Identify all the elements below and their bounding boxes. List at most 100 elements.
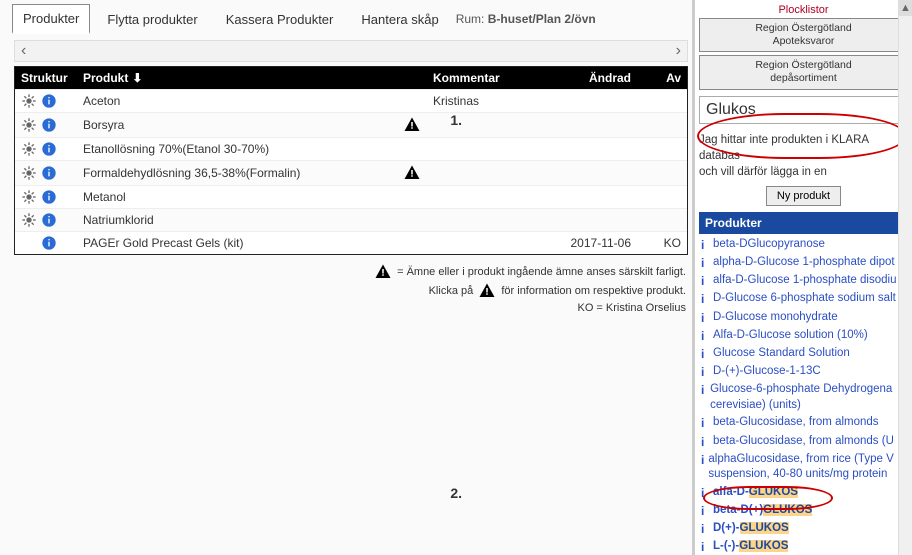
product-table: Struktur Produkt ⬇ Kommentar Ändrad Av A… bbox=[14, 66, 688, 255]
product-changed bbox=[537, 98, 637, 104]
list-item[interactable]: iD-(+)-Glucose-1-13C bbox=[699, 363, 908, 381]
info-icon: i bbox=[701, 539, 711, 555]
list-item[interactable]: iGlucose-6-phosphate Dehydrogena cerevis… bbox=[699, 381, 908, 414]
picklist-btn-2[interactable]: Region Östergötlanddepåsortiment bbox=[699, 55, 908, 89]
annotation-1: 1. bbox=[450, 112, 462, 128]
product-name[interactable]: Metanol bbox=[77, 187, 427, 207]
table-row[interactable]: Natriumklorid bbox=[15, 208, 687, 231]
product-name[interactable]: Natriumklorid bbox=[77, 210, 427, 230]
search-input[interactable] bbox=[704, 99, 912, 121]
info-icon[interactable] bbox=[41, 235, 57, 251]
info-icon: i bbox=[701, 521, 711, 537]
product-name[interactable]: Etanollösning 70%(Etanol 30-70%) bbox=[77, 139, 427, 159]
product-changed bbox=[537, 194, 637, 200]
product-name[interactable]: Borsyra bbox=[77, 113, 427, 137]
list-item[interactable]: iGlucose Standard Solution bbox=[699, 345, 908, 363]
side-panel: Plocklistor Region ÖstergötlandApoteksva… bbox=[692, 0, 912, 555]
table-row[interactable]: Formaldehydlösning 36,5-38%(Formalin) bbox=[15, 160, 687, 185]
info-icon: i bbox=[701, 237, 711, 253]
picklist-btn-1[interactable]: Region ÖstergötlandApoteksvaror bbox=[699, 18, 908, 52]
gear-icon[interactable] bbox=[21, 93, 37, 109]
list-item[interactable]: iD-Glucose monohydrate bbox=[699, 309, 908, 327]
annotation-2: 2. bbox=[450, 485, 462, 501]
tab-manage-cabinets[interactable]: Hantera skåp bbox=[350, 5, 449, 34]
tab-scroll-left-icon[interactable]: ‹ bbox=[21, 42, 26, 60]
product-name[interactable]: PAGEr Gold Precast Gels (kit) bbox=[77, 233, 427, 253]
table-row[interactable]: PAGEr Gold Precast Gels (kit) 2017-11-06K… bbox=[15, 231, 687, 254]
list-item[interactable]: ialfa-D-GLUKOS bbox=[699, 484, 908, 502]
tab-discard-products[interactable]: Kassera Produkter bbox=[215, 5, 345, 34]
product-changed bbox=[537, 217, 637, 223]
scroll-up-icon[interactable]: ▲ bbox=[899, 0, 912, 16]
warning-icon[interactable] bbox=[403, 116, 421, 134]
table-row[interactable]: Etanollösning 70%(Etanol 30-70%) bbox=[15, 137, 687, 160]
info-icon[interactable] bbox=[41, 212, 57, 228]
table-row[interactable]: AcetonKristinas bbox=[15, 89, 687, 112]
product-name[interactable]: Aceton bbox=[77, 91, 427, 111]
new-product-button[interactable]: Ny produkt bbox=[766, 186, 841, 206]
gear-icon[interactable] bbox=[21, 189, 37, 205]
info-icon: i bbox=[701, 346, 711, 362]
product-by bbox=[637, 217, 687, 223]
info-icon: i bbox=[701, 255, 711, 271]
list-item[interactable]: ialphaGlucosidase, from rice (Type V sus… bbox=[699, 451, 908, 484]
info-icon: i bbox=[701, 503, 711, 519]
product-name[interactable]: Formaldehydlösning 36,5-38%(Formalin) bbox=[77, 161, 427, 185]
tab-products[interactable]: Produkter bbox=[12, 4, 90, 34]
list-item[interactable]: iL-(-)-GLUKOS bbox=[699, 538, 908, 555]
info-icon[interactable] bbox=[41, 141, 57, 157]
col-product[interactable]: Produkt ⬇ bbox=[77, 67, 427, 89]
info-icon: i bbox=[701, 434, 711, 450]
info-icon[interactable] bbox=[41, 117, 57, 133]
product-changed: 2017-11-06 bbox=[537, 233, 637, 253]
list-item[interactable]: iD(+)-GLUKOS bbox=[699, 520, 908, 538]
product-by bbox=[637, 194, 687, 200]
product-comment: Kristinas bbox=[427, 91, 537, 111]
list-item[interactable]: ibeta-Glucosidase, from almonds (U bbox=[699, 433, 908, 451]
info-icon[interactable] bbox=[41, 189, 57, 205]
product-by: KO bbox=[637, 233, 687, 253]
product-by bbox=[637, 146, 687, 152]
table-row[interactable]: Metanol bbox=[15, 185, 687, 208]
list-item[interactable]: iAlfa-D-Glucose solution (10%) bbox=[699, 327, 908, 345]
warning-icon[interactable] bbox=[403, 164, 421, 182]
info-icon[interactable] bbox=[41, 93, 57, 109]
sort-down-icon: ⬇ bbox=[132, 71, 142, 85]
col-structure[interactable]: Struktur bbox=[15, 67, 77, 89]
list-item[interactable]: iD-Glucose 6-phosphate sodium salt bbox=[699, 290, 908, 308]
col-changed[interactable]: Ändrad bbox=[537, 67, 637, 89]
list-item[interactable]: ibeta-Glucosidase, from almonds bbox=[699, 414, 908, 432]
product-comment bbox=[427, 170, 537, 176]
info-icon: i bbox=[701, 273, 711, 289]
info-icon: i bbox=[701, 415, 711, 431]
gear-icon[interactable] bbox=[21, 141, 37, 157]
side-scrollbar[interactable]: ▲ bbox=[898, 0, 912, 555]
search-wrap bbox=[699, 96, 908, 124]
info-icon[interactable] bbox=[41, 165, 57, 181]
spacer-icon bbox=[21, 235, 37, 251]
product-changed bbox=[537, 170, 637, 176]
list-item[interactable]: ibeta-DGlucopyranose bbox=[699, 236, 908, 254]
gear-icon[interactable] bbox=[21, 165, 37, 181]
product-by bbox=[637, 170, 687, 176]
col-comment[interactable]: Kommentar bbox=[427, 67, 537, 89]
info-icon: i bbox=[701, 452, 706, 468]
col-by[interactable]: Av bbox=[637, 67, 687, 89]
tab-move-products[interactable]: Flytta produkter bbox=[96, 5, 208, 34]
product-by bbox=[637, 98, 687, 104]
table-header: Struktur Produkt ⬇ Kommentar Ändrad Av bbox=[15, 67, 687, 89]
list-item[interactable]: ibeta-D(+)GLUKOS bbox=[699, 502, 908, 520]
list-item[interactable]: ialpha-D-Glucose 1-phosphate dipot bbox=[699, 254, 908, 272]
info-icon: i bbox=[701, 328, 711, 344]
table-row[interactable]: Borsyra bbox=[15, 112, 687, 137]
info-icon: i bbox=[701, 485, 711, 501]
product-comment bbox=[427, 194, 537, 200]
side-product-list: ibeta-DGlucopyranoseialpha-D-Glucose 1-p… bbox=[699, 236, 908, 555]
legend: = Ämne eller i produkt ingående ämne ans… bbox=[12, 263, 690, 318]
gear-icon[interactable] bbox=[21, 117, 37, 133]
tab-scroll-right-icon[interactable]: › bbox=[676, 42, 681, 60]
warning-icon bbox=[478, 282, 496, 300]
product-comment bbox=[427, 146, 537, 152]
list-item[interactable]: ialfa-D-Glucose 1-phosphate disodiu bbox=[699, 272, 908, 290]
gear-icon[interactable] bbox=[21, 212, 37, 228]
